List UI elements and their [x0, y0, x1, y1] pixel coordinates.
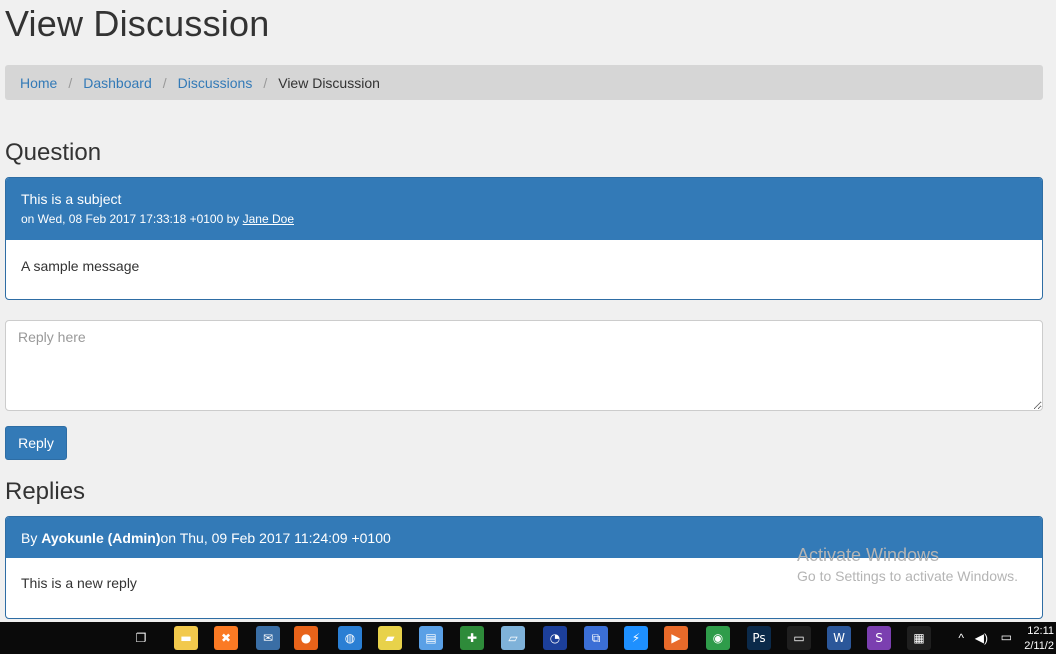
notes-icon[interactable]: ▰ — [378, 626, 402, 650]
question-panel-body: A sample message — [6, 240, 1042, 274]
question-panel: This is a subject on Wed, 08 Feb 2017 17… — [5, 177, 1043, 300]
breadcrumb-separator: / — [162, 74, 167, 91]
breadcrumb-discussions-link[interactable]: Discussions — [178, 75, 253, 91]
volume-icon[interactable]: ◀) — [975, 631, 988, 645]
watermark-subtitle: Go to Settings to activate Windows. — [797, 568, 1018, 584]
question-subject: This is a subject — [21, 191, 122, 207]
chrome-icon[interactable]: ◉ — [706, 626, 730, 650]
xampp-icon[interactable]: ✖ — [214, 626, 238, 650]
notepad-icon[interactable]: ▤ — [419, 626, 443, 650]
breadcrumb: Home / Dashboard / Discussions / View Di… — [5, 65, 1043, 100]
question-panel-heading: This is a subject on Wed, 08 Feb 2017 17… — [6, 178, 1042, 240]
firefox-icon[interactable]: ● — [294, 626, 318, 650]
breadcrumb-separator: / — [68, 74, 73, 91]
calculator-icon[interactable]: ▦ — [907, 626, 931, 650]
file-explorer-icon[interactable]: ▬ — [174, 626, 198, 650]
terminal-icon[interactable]: ▭ — [787, 626, 811, 650]
chevron-up-icon[interactable]: ^ — [958, 631, 964, 645]
question-author-link[interactable]: Jane Doe — [243, 212, 294, 226]
media-player-icon[interactable]: ▶ — [664, 626, 688, 650]
clock-time[interactable]: 12:11 — [1027, 625, 1054, 637]
activate-windows-watermark: Activate Windows Go to Settings to activ… — [797, 545, 1018, 584]
reply-message: This is a new reply — [21, 575, 137, 591]
book-icon[interactable]: ▱ — [501, 626, 525, 650]
replies-heading: Replies — [5, 478, 86, 505]
question-message: A sample message — [21, 258, 140, 274]
php-icon[interactable]: S — [867, 626, 891, 650]
reply-button[interactable]: Reply — [5, 426, 67, 460]
network-icon[interactable]: ⧉ — [584, 626, 608, 650]
task-view-icon[interactable]: ❐ — [129, 626, 153, 650]
thunderbird-icon[interactable]: ✉ — [256, 626, 280, 650]
lightning-icon[interactable]: ⚡ — [624, 626, 648, 650]
photoshop-icon[interactable]: Ps — [747, 626, 771, 650]
reply-textarea[interactable] — [5, 320, 1043, 411]
globe-icon[interactable]: ◍ — [338, 626, 362, 650]
question-heading: Question — [5, 139, 102, 166]
reply-author: Ayokunle (Admin) — [41, 529, 161, 546]
page-title: View Discussion — [5, 3, 270, 44]
watermark-title: Activate Windows — [797, 545, 940, 565]
breadcrumb-separator: / — [263, 74, 268, 91]
taskbar: ❐ ▬ ✖ ✉ ● ◍ ▰ ▤ ✚ ▱ ◔ ⧉ ⚡ ▶ ◉ Ps ▭ W S ▦ ^ ◀) ▭ 12:11 2/11/… — [0, 622, 1056, 654]
reply-date: on Thu, 09 Feb 2017 11:24:09 +0100 — [160, 529, 391, 546]
clock-date[interactable]: 2/11/2 — [1024, 640, 1054, 652]
add-on-icon[interactable]: ✚ — [460, 626, 484, 650]
question-date: on Wed, 08 Feb 2017 17:33:18 +0100 by — [21, 212, 243, 226]
breadcrumb-dashboard-link[interactable]: Dashboard — [83, 75, 152, 91]
word-icon[interactable]: W — [827, 626, 851, 650]
breadcrumb-home-link[interactable]: Home — [20, 75, 57, 91]
compass-icon[interactable]: ◔ — [543, 626, 567, 650]
question-meta: on Wed, 08 Feb 2017 17:33:18 +0100 by Ja… — [21, 207, 1027, 226]
reply-by-label: By — [21, 529, 38, 546]
breadcrumb-current: View Discussion — [278, 74, 380, 91]
notification-icon[interactable]: ▭ — [1001, 630, 1012, 644]
